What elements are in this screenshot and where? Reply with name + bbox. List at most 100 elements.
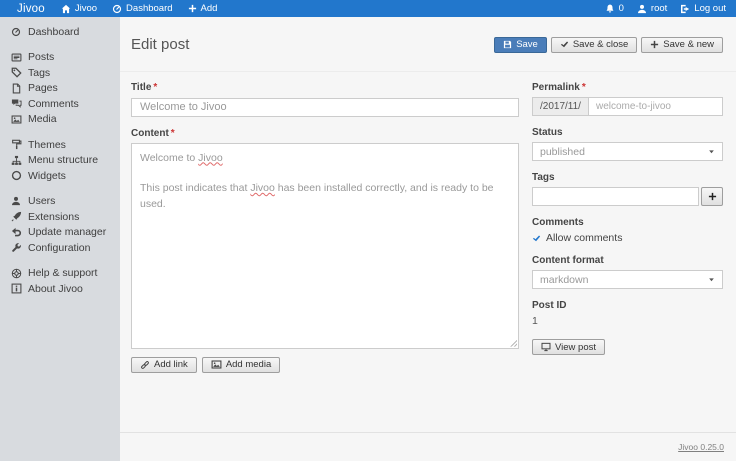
monitor-icon [541, 342, 551, 352]
tags-input[interactable] [532, 187, 699, 206]
sidebar-item-label: Pages [28, 82, 58, 94]
sidebar: Dashboard Posts Tags Pages Comments Medi… [0, 17, 120, 461]
version-link[interactable]: Jivoo 0.25.0 [678, 442, 724, 452]
topnav-dashboard-link[interactable]: Dashboard [112, 3, 172, 14]
topnav-label: Jivoo [75, 3, 97, 14]
sidebar-item-label: Users [28, 195, 55, 207]
sidebar-item-label: Menu structure [28, 154, 98, 166]
sidebar-item-label: Posts [28, 51, 54, 63]
sidebar-item-label: Configuration [28, 242, 90, 254]
sidebar-item-label: Widgets [28, 170, 66, 182]
sidebar-item-dashboard[interactable]: Dashboard [0, 24, 120, 40]
sidebar-item-themes[interactable]: Themes [0, 137, 120, 153]
sidebar-item-menu-structure[interactable]: Menu structure [0, 153, 120, 169]
header-buttons: Save Save & close Save & new [494, 37, 723, 53]
content-label: Content* [131, 128, 519, 139]
sidebar-item-label: Comments [28, 98, 79, 110]
logout-button[interactable]: Log out [680, 3, 726, 14]
save-button[interactable]: Save [494, 37, 547, 53]
current-user-button[interactable]: root [637, 3, 667, 14]
sidebar-item-label: Dashboard [28, 26, 79, 38]
topbar-right: 0 root Log out [605, 3, 736, 14]
sidebar-item-pages[interactable]: Pages [0, 81, 120, 97]
required-mark: * [171, 128, 175, 139]
check-icon [560, 40, 569, 49]
sidebar-item-users[interactable]: Users [0, 194, 120, 210]
plus-icon [650, 40, 659, 49]
add-tag-button[interactable] [701, 187, 723, 206]
comments-icon [10, 98, 22, 109]
brand-logo[interactable]: Jivoo [17, 3, 45, 15]
tag-icon [10, 67, 22, 78]
themes-icon [10, 139, 22, 150]
view-post-label: View post [555, 342, 596, 353]
logout-icon [680, 4, 690, 14]
allow-comments-checkbox[interactable]: Allow comments [532, 232, 723, 244]
user-icon [637, 4, 647, 14]
rocket-icon [10, 211, 22, 222]
sidebar-item-label: About Jivoo [28, 283, 83, 295]
image-icon [211, 359, 222, 370]
notifications-button[interactable]: 0 [605, 3, 624, 14]
add-link-label: Add link [154, 359, 188, 370]
content-line: Welcome to Jivoo [140, 150, 510, 166]
chevron-down-icon [708, 148, 715, 155]
sidebar-group: Users Extensions Update manager Configur… [0, 189, 120, 261]
notifications-count: 0 [619, 3, 624, 14]
save-label: Save [516, 39, 538, 50]
add-media-label: Add media [226, 359, 271, 370]
tags-label: Tags [532, 172, 723, 183]
permalink-input[interactable] [588, 97, 723, 116]
sidebar-group: Help & support About Jivoo [0, 261, 120, 302]
permalink-prefix: /2017/11/ [532, 97, 588, 116]
sidebar-group: Dashboard [0, 19, 120, 45]
add-media-button[interactable]: Add media [202, 357, 280, 373]
sidebar-item-label: Tags [28, 67, 50, 79]
permalink-group: /2017/11/ [532, 97, 723, 116]
sidebar-item-label: Themes [28, 139, 66, 151]
sidebar-item-media[interactable]: Media [0, 112, 120, 128]
allow-comments-label: Allow comments [546, 232, 622, 244]
topnav-site-link[interactable]: Jivoo [61, 3, 97, 14]
plus-icon [708, 192, 717, 201]
sidebar-item-configuration[interactable]: Configuration [0, 240, 120, 256]
sidebar-item-posts[interactable]: Posts [0, 50, 120, 66]
sidebar-item-widgets[interactable]: Widgets [0, 168, 120, 184]
content-format-select[interactable]: markdown [532, 270, 723, 289]
status-select[interactable]: published [532, 142, 723, 161]
top-bar: Jivoo Jivoo Dashboard Add 0 root Log out [0, 0, 736, 17]
save-close-label: Save & close [573, 39, 628, 50]
permalink-label: Permalink* [532, 82, 723, 93]
checkbox-checked-icon [532, 234, 541, 243]
topnav-label: Add [201, 3, 218, 14]
required-mark: * [153, 82, 157, 93]
save-new-label: Save & new [663, 39, 714, 50]
posts-icon [10, 52, 22, 63]
bell-icon [605, 4, 615, 14]
sidebar-item-comments[interactable]: Comments [0, 96, 120, 112]
add-link-button[interactable]: Add link [131, 357, 197, 373]
sidebar-item-update-manager[interactable]: Update manager [0, 225, 120, 241]
save-new-button[interactable]: Save & new [641, 37, 723, 53]
sidebar-item-extensions[interactable]: Extensions [0, 209, 120, 225]
resize-handle-icon[interactable] [509, 339, 517, 347]
save-close-button[interactable]: Save & close [551, 37, 637, 53]
widgets-icon [10, 170, 22, 181]
title-input[interactable] [131, 98, 519, 117]
sidebar-group: Posts Tags Pages Comments Media [0, 45, 120, 133]
chevron-down-icon [708, 276, 715, 283]
view-post-button[interactable]: View post [532, 339, 605, 355]
content-format-value: markdown [540, 274, 588, 286]
sidebar-item-help-support[interactable]: Help & support [0, 266, 120, 282]
topnav-label: Dashboard [126, 3, 172, 14]
editor-buttons: Add link Add media [131, 357, 519, 373]
dashboard-icon [112, 4, 122, 14]
sidebar-item-tags[interactable]: Tags [0, 65, 120, 81]
page-title: Edit post [131, 36, 189, 53]
form-left-column: Title* Content* Welcome to Jivoo This po… [131, 72, 519, 432]
footer: Jivoo 0.25.0 [120, 432, 736, 461]
content-textarea[interactable]: Welcome to Jivoo This post indicates tha… [131, 143, 519, 349]
sidebar-item-about-jivoo[interactable]: About Jivoo [0, 281, 120, 297]
topnav-add-link[interactable]: Add [188, 3, 218, 14]
status-label: Status [532, 127, 723, 138]
